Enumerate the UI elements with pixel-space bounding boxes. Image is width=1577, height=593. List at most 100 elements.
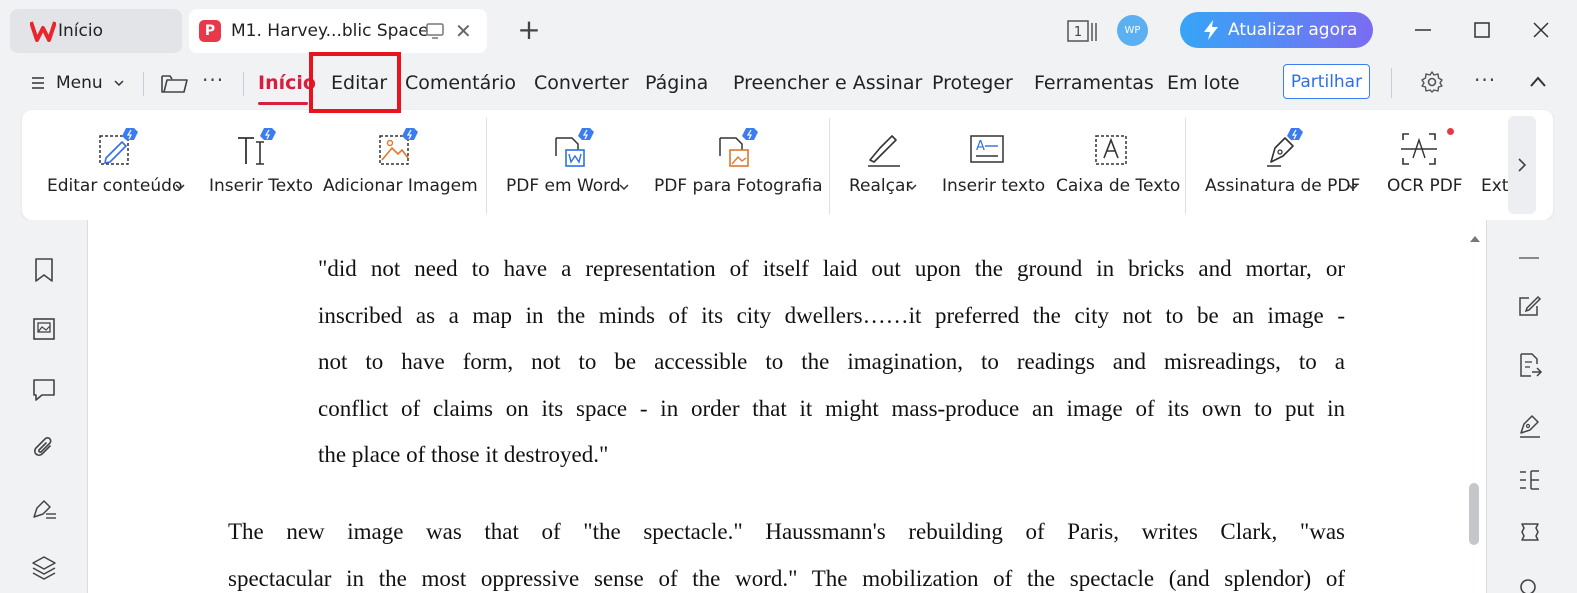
close-window-icon[interactable] [1527, 16, 1555, 44]
quote-line-2: inscribed as a map in the minds of its c… [318, 303, 1345, 329]
avatar[interactable]: WP [1117, 15, 1148, 46]
new-feature-dot [1447, 128, 1454, 135]
page-count-icon[interactable]: 1 [1066, 19, 1100, 43]
settings-gear-icon[interactable] [1420, 70, 1444, 94]
tab-em-lote[interactable]: Em lote [1167, 72, 1240, 94]
upgrade-label: Atualizar agora [1228, 20, 1358, 40]
quote-line-3-text: not to have form, not to be accessible t… [318, 349, 1345, 374]
menu-separator [143, 72, 144, 96]
chevron-down-icon [175, 184, 185, 191]
minimize-icon[interactable] [1409, 16, 1437, 44]
body-line-2: spectacular in the most oppressive sense… [228, 566, 1345, 592]
tab-document[interactable]: P M1. Harvey...blic Space ✕ [189, 9, 487, 53]
highlight-label: Realçar [849, 176, 913, 196]
tab-converter[interactable]: Converter [534, 72, 629, 94]
folder-icon[interactable] [160, 70, 188, 96]
quote-line-1: "did not need to have a representation o… [318, 256, 1345, 282]
left-sidebar [0, 220, 88, 593]
add-image-label: Adicionar Imagem [323, 176, 478, 196]
monitor-icon[interactable] [425, 21, 445, 41]
ribbon-separator [829, 118, 830, 214]
right-sidebar [1486, 220, 1577, 593]
text-box-label: Caixa de Texto [1056, 176, 1181, 196]
close-tab-icon[interactable]: ✕ [455, 20, 475, 42]
quote-line-4: conflict of claims on its space - in ord… [318, 396, 1345, 422]
extract-label: Extr [1481, 176, 1508, 196]
title-bar: Início P M1. Harvey...blic Space ✕ + 1 W… [0, 0, 1577, 60]
wps-logo-icon [30, 21, 56, 42]
quote-line-4-text: conflict of claims on its space - in ord… [318, 396, 1345, 421]
highlighter-icon [868, 135, 900, 167]
upgrade-button[interactable]: Atualizar agora [1180, 12, 1373, 48]
pdf-to-word-button[interactable]: PDF em Word [498, 110, 638, 220]
text-box-button[interactable]: Caixa de Texto [1052, 110, 1181, 220]
hamburger-icon [32, 77, 44, 89]
new-tab-button[interactable]: + [516, 16, 542, 46]
ribbon-separator [486, 118, 487, 214]
collapse-line-icon[interactable] [1517, 256, 1541, 260]
scrollbar-thumb[interactable] [1469, 483, 1479, 545]
document-view[interactable]: "did not need to have a representation o… [88, 220, 1486, 593]
pdf-to-photo-label: PDF para Fotografia [654, 176, 823, 196]
add-image-icon [379, 128, 418, 165]
tab-document-label: M1. Harvey...blic Space [231, 21, 429, 41]
highlight-button[interactable]: Realçar [840, 110, 925, 220]
ocr-pdf-button[interactable]: OCR PDF [1377, 110, 1467, 220]
edit-note-icon[interactable] [1517, 292, 1543, 318]
tab-proteger[interactable]: Proteger [932, 72, 1013, 94]
bolt-icon [1204, 20, 1218, 40]
more-menu-icon[interactable]: ··· [1474, 68, 1496, 92]
tab-ferramentas[interactable]: Ferramentas [1034, 72, 1154, 94]
pen-sign-icon[interactable] [1517, 413, 1543, 439]
extract-button[interactable]: Extr [1480, 110, 1508, 220]
scroll-up-arrow-icon[interactable] [1469, 234, 1481, 244]
pen-nib-icon [1267, 128, 1303, 167]
insert-text-icon [238, 128, 276, 165]
share-button[interactable]: Partilhar [1283, 64, 1370, 99]
insert-text-button[interactable]: Inserir Texto [202, 110, 313, 220]
edit-content-button[interactable]: Editar conteúdo [22, 110, 197, 220]
add-image-button[interactable]: Adicionar Imagem [318, 110, 478, 220]
tab-comentario[interactable]: Comentário [405, 72, 516, 94]
search-icon[interactable] [1517, 576, 1543, 593]
edit-content-icon [99, 128, 138, 165]
insert-text-comment-button[interactable]: A Inserir texto [934, 110, 1045, 220]
edit-content-label: Editar conteúdo [47, 176, 183, 196]
pdf-to-photo-button[interactable]: PDF para Fotografia [648, 110, 823, 220]
menu-label: Menu [56, 73, 103, 93]
ribbon-toolbar: Editar conteúdo Inserir Texto Adicionar … [22, 110, 1553, 220]
maximize-icon[interactable] [1468, 16, 1496, 44]
comment-icon[interactable] [30, 375, 58, 403]
tab-inicio[interactable]: Início [258, 72, 316, 94]
collapse-chevron-up-icon[interactable] [1528, 74, 1548, 90]
text-align-icon[interactable] [1517, 469, 1543, 491]
pdf-signature-button[interactable]: Assinatura de PDF [1197, 110, 1367, 220]
ribbon-separator [1185, 118, 1186, 214]
pdf-to-word-icon [555, 128, 594, 167]
chevron-down-icon [1348, 184, 1358, 191]
chevron-right-icon [1518, 158, 1527, 172]
bookmark-icon[interactable] [30, 256, 58, 284]
quote-line-3: not to have form, not to be accessible t… [318, 349, 1345, 375]
thumbnail-icon[interactable] [30, 315, 58, 343]
menu-button[interactable]: Menu [30, 70, 125, 96]
pdf-to-word-label: PDF em Word [506, 176, 621, 196]
body-line-2-text: spectacular in the most oppressive sense… [228, 566, 1345, 591]
tab-pagina[interactable]: Página [645, 72, 708, 94]
tab-home[interactable]: Início [10, 9, 182, 53]
signature-icon[interactable] [30, 495, 58, 523]
active-tab-underline [258, 102, 308, 105]
menu-separator [1391, 68, 1392, 98]
tab-home-label: Início [58, 21, 103, 41]
scroll-doc-icon[interactable] [1517, 520, 1543, 546]
attachment-icon[interactable] [30, 434, 58, 462]
chevron-down-icon [907, 184, 917, 191]
body-line-1: The new image was that of "the spectacle… [228, 519, 1345, 545]
insert-text-label: Inserir Texto [209, 176, 313, 196]
tab-preencher-assinar[interactable]: Preencher e Assinar [733, 72, 922, 94]
more-options-icon[interactable]: ··· [202, 68, 224, 92]
layers-icon[interactable] [30, 554, 58, 582]
quote-line-5-text: the place of those it destroyed." [318, 442, 609, 467]
ribbon-scroll-right-button[interactable] [1508, 116, 1536, 214]
document-export-icon[interactable] [1517, 352, 1543, 378]
